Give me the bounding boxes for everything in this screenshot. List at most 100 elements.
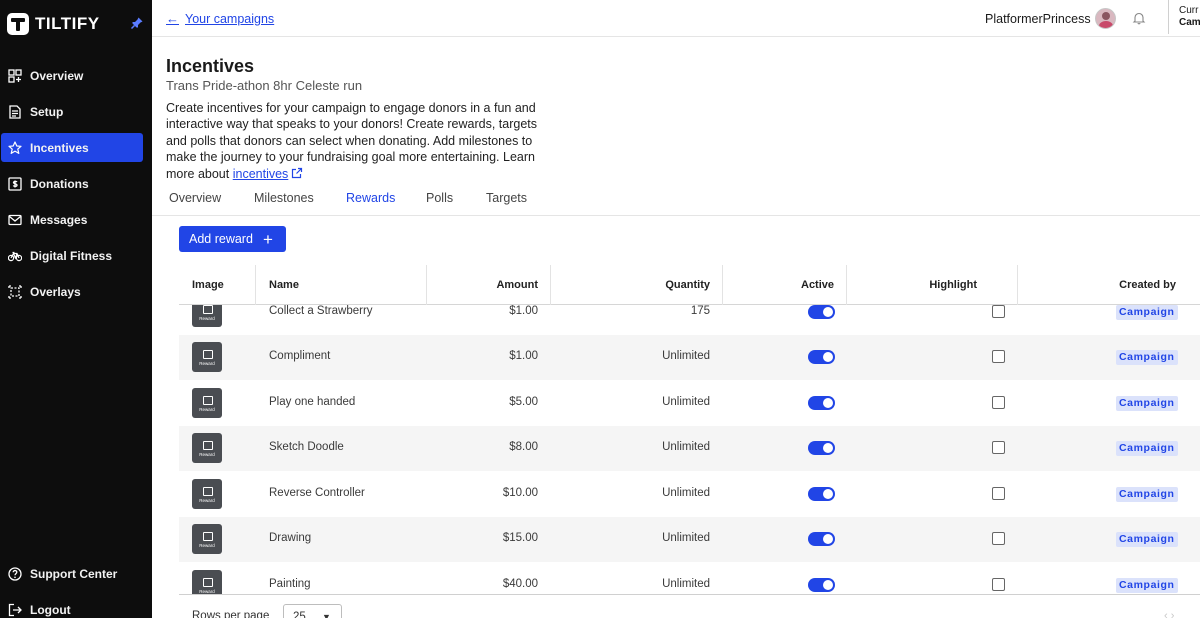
- active-toggle[interactable]: [808, 395, 835, 410]
- table-row[interactable]: Reward Reverse Controller $10.00 Unlimited C…: [179, 471, 1200, 517]
- sidebar-item-overview[interactable]: Overview: [1, 61, 143, 90]
- user-name[interactable]: PlatformerPrincess: [985, 12, 1091, 26]
- donations-icon: [8, 176, 22, 191]
- reward-image[interactable]: Reward: [192, 569, 222, 595]
- reward-image[interactable]: Reward: [192, 433, 222, 464]
- created-by-badge: Campaign: [1116, 577, 1178, 593]
- table-row[interactable]: Reward Compliment $1.00 Unlimited Campaign: [179, 334, 1200, 380]
- column-header-quantity[interactable]: Quantity: [665, 265, 710, 305]
- active-toggle[interactable]: [808, 577, 835, 592]
- sidebar-item-incentives[interactable]: Incentives: [1, 133, 143, 162]
- bell-icon[interactable]: [1132, 11, 1146, 25]
- column-header-active[interactable]: Active: [801, 265, 834, 305]
- reward-amount: $10.00: [502, 486, 538, 499]
- table-row[interactable]: Reward Sketch Doodle $8.00 Unlimited Campaig…: [179, 425, 1200, 471]
- tiltify-logo-icon: [7, 13, 29, 35]
- reward-image-text: Reward: [199, 543, 215, 549]
- sidebar-item-donations[interactable]: Donations: [1, 169, 143, 198]
- campaign-switcher[interactable]: Curr Cam: [1168, 0, 1200, 34]
- reward-amount: $5.00: [509, 395, 538, 408]
- pin-icon[interactable]: [130, 16, 144, 30]
- tab-overview[interactable]: Overview: [169, 191, 221, 205]
- reward-amount: $8.00: [509, 441, 538, 454]
- sidebar-item-logout[interactable]: Logout: [1, 595, 143, 618]
- reward-amount: $1.00: [509, 304, 538, 317]
- reward-name[interactable]: Painting: [269, 578, 311, 590]
- brand-logo[interactable]: TILTIFY: [7, 12, 100, 36]
- reward-quantity: Unlimited: [662, 441, 710, 454]
- avatar[interactable]: [1095, 8, 1116, 29]
- reward-image[interactable]: Reward: [192, 342, 222, 373]
- reward-name[interactable]: Collect a Strawberry: [269, 305, 373, 317]
- sidebar-item-label: Logout: [30, 602, 71, 617]
- column-header-highlight[interactable]: Highlight: [929, 265, 977, 305]
- reward-name[interactable]: Play one handed: [269, 396, 355, 408]
- column-header-created-by[interactable]: Created by: [1119, 265, 1176, 305]
- external-link-icon[interactable]: [291, 167, 303, 179]
- table-footer-divider: [179, 594, 1200, 595]
- back-to-campaigns-link[interactable]: ← Your campaigns: [166, 11, 274, 26]
- sidebar-item-overlays[interactable]: Overlays: [1, 277, 143, 306]
- overlay-icon: [8, 284, 22, 299]
- highlight-checkbox[interactable]: [992, 395, 1005, 409]
- highlight-checkbox[interactable]: [992, 486, 1005, 500]
- add-reward-button[interactable]: Add reward +: [179, 226, 286, 252]
- top-bar: ← Your campaigns PlatformerPrincess Curr…: [152, 0, 1200, 37]
- reward-image-text: Reward: [199, 315, 215, 321]
- rows-per-page-label: Rows per page: [192, 610, 270, 618]
- arrow-left-icon: ←: [166, 11, 179, 26]
- active-toggle[interactable]: [808, 350, 835, 365]
- highlight-checkbox[interactable]: [992, 532, 1005, 546]
- column-header-amount[interactable]: Amount: [496, 265, 538, 305]
- sidebar-item-label: Messages: [30, 212, 88, 227]
- sidebar-item-digital-fitness[interactable]: Digital Fitness: [1, 241, 143, 270]
- sidebar-item-label: Overview: [30, 68, 84, 83]
- table-header: Image Name Amount Quantity Active Highli…: [179, 265, 1200, 305]
- tab-targets[interactable]: Targets: [486, 191, 527, 205]
- logout-icon: [8, 603, 22, 617]
- page-nav-icon[interactable]: ‹ ›: [1164, 610, 1174, 618]
- reward-amount: $40.00: [502, 577, 538, 590]
- reward-image[interactable]: Reward: [192, 387, 222, 418]
- divider: [152, 215, 1200, 216]
- column-header-image[interactable]: Image: [192, 265, 224, 305]
- sidebar-item-support-center[interactable]: Support Center: [1, 559, 143, 588]
- reward-image-text: Reward: [199, 452, 215, 458]
- highlight-checkbox[interactable]: [992, 304, 1005, 318]
- sidebar-item-label: Digital Fitness: [30, 248, 113, 263]
- reward-image[interactable]: Reward: [192, 524, 222, 555]
- column-header-name[interactable]: Name: [269, 265, 299, 305]
- active-toggle[interactable]: [808, 441, 835, 456]
- reward-image-text: Reward: [199, 361, 215, 367]
- campaign-switcher-label: Curr: [1179, 5, 1199, 16]
- active-toggle[interactable]: [808, 532, 835, 547]
- reward-name[interactable]: Drawing: [269, 532, 311, 544]
- active-toggle[interactable]: [808, 304, 835, 319]
- reward-name[interactable]: Compliment: [269, 350, 330, 362]
- tab-rewards[interactable]: Rewards: [346, 191, 395, 205]
- table-row[interactable]: Reward Drawing $15.00 Unlimited Campaign: [179, 516, 1200, 562]
- active-toggle[interactable]: [808, 486, 835, 501]
- table-row[interactable]: Reward Play one handed $5.00 Unlimited Campa…: [179, 380, 1200, 426]
- highlight-checkbox[interactable]: [992, 350, 1005, 364]
- sidebar-item-messages[interactable]: Messages: [1, 205, 143, 234]
- add-reward-label: Add reward: [189, 232, 253, 246]
- table-row[interactable]: Reward Painting $40.00 Unlimited Campaign: [179, 562, 1200, 595]
- incentives-learn-more-link[interactable]: incentives: [233, 167, 289, 181]
- reward-image[interactable]: Reward: [192, 478, 222, 509]
- sidebar-item-label: Incentives: [30, 140, 89, 155]
- reward-name[interactable]: Sketch Doodle: [269, 441, 344, 453]
- reward-quantity: Unlimited: [662, 395, 710, 408]
- tab-polls[interactable]: Polls: [426, 191, 453, 205]
- plus-icon: +: [262, 229, 273, 249]
- reward-amount: $1.00: [509, 350, 538, 363]
- tab-milestones[interactable]: Milestones: [254, 191, 314, 205]
- column-divider: [426, 265, 427, 305]
- highlight-checkbox[interactable]: [992, 577, 1005, 591]
- highlight-checkbox[interactable]: [992, 441, 1005, 455]
- star-icon: [8, 140, 22, 155]
- rows-per-page-select[interactable]: 25 ▼: [283, 604, 342, 618]
- created-by-badge: Campaign: [1116, 395, 1178, 411]
- sidebar-item-setup[interactable]: Setup: [1, 97, 143, 126]
- reward-name[interactable]: Reverse Controller: [269, 487, 365, 499]
